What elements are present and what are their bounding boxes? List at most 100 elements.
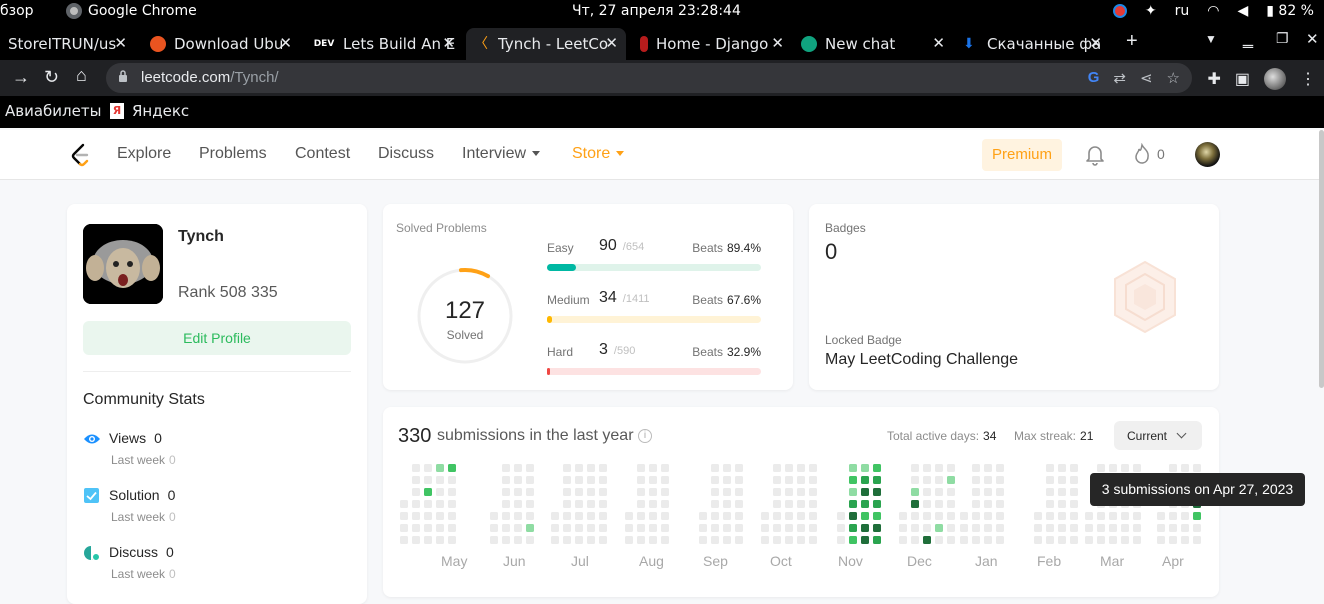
heatmap-cell[interactable] <box>637 464 645 472</box>
bell-icon[interactable] <box>1085 144 1105 166</box>
tab-ubuntu[interactable]: Download Ubu ✕ <box>142 28 300 60</box>
app-menu[interactable]: Google Chrome <box>66 3 197 19</box>
heatmap-cell[interactable] <box>797 524 805 532</box>
heatmap-cell[interactable] <box>899 512 907 520</box>
heatmap-cell[interactable] <box>723 524 731 532</box>
heatmap-cell[interactable] <box>1157 512 1165 520</box>
heatmap-cell[interactable] <box>514 488 522 496</box>
heatmap-cell[interactable] <box>400 536 408 544</box>
heatmap-cell[interactable] <box>911 476 919 484</box>
heatmap-cell[interactable] <box>923 512 931 520</box>
heatmap-cell[interactable] <box>773 512 781 520</box>
heatmap-cell[interactable] <box>412 512 420 520</box>
close-icon[interactable]: ✕ <box>605 34 618 52</box>
heatmap-cell[interactable] <box>661 464 669 472</box>
heatmap-cell[interactable] <box>575 488 583 496</box>
heatmap-cell[interactable] <box>761 536 769 544</box>
heatmap-cell[interactable] <box>575 500 583 508</box>
heatmap-cell[interactable] <box>490 512 498 520</box>
heatmap-cell-active[interactable] <box>935 524 943 532</box>
heatmap-cell[interactable] <box>947 500 955 508</box>
close-icon[interactable]: ✕ <box>114 34 127 52</box>
heatmap-cell[interactable] <box>1070 524 1078 532</box>
heatmap-cell[interactable] <box>1097 524 1105 532</box>
nav-problems[interactable]: Problems <box>199 145 267 163</box>
heatmap-cell-active[interactable] <box>873 500 881 508</box>
heatmap-cell[interactable] <box>637 500 645 508</box>
heatmap-cell[interactable] <box>661 500 669 508</box>
heatmap-cell[interactable] <box>773 500 781 508</box>
heatmap-cell[interactable] <box>773 524 781 532</box>
heatmap-cell[interactable] <box>773 536 781 544</box>
heatmap-cell[interactable] <box>575 476 583 484</box>
heatmap-cell[interactable] <box>911 512 919 520</box>
heatmap-cell[interactable] <box>502 524 510 532</box>
tab-django[interactable]: Home - Django ✕ <box>632 28 792 60</box>
heatmap-cell[interactable] <box>1097 536 1105 544</box>
heatmap-cell[interactable] <box>1133 536 1141 544</box>
nav-store[interactable]: Store <box>572 145 625 163</box>
heatmap-cell-active[interactable] <box>436 464 444 472</box>
heatmap-cell[interactable] <box>972 464 980 472</box>
heatmap-cell[interactable] <box>723 488 731 496</box>
heatmap-cell[interactable] <box>947 524 955 532</box>
heatmap-cell-active[interactable] <box>873 488 881 496</box>
heatmap-cell-active[interactable] <box>861 524 869 532</box>
heatmap-cell-active[interactable] <box>849 536 857 544</box>
heatmap-cell[interactable] <box>984 464 992 472</box>
heatmap-cell[interactable] <box>1109 524 1117 532</box>
heatmap-cell[interactable] <box>1034 512 1042 520</box>
heatmap-cell[interactable] <box>809 488 817 496</box>
heatmap-cell[interactable] <box>502 476 510 484</box>
heatmap-cell[interactable] <box>1046 488 1054 496</box>
restore-icon[interactable]: ❐ <box>1276 30 1289 47</box>
heatmap-cell[interactable] <box>984 476 992 484</box>
heatmap-cell[interactable] <box>1109 536 1117 544</box>
heatmap-cell[interactable] <box>1058 464 1066 472</box>
heatmap-cell-active[interactable] <box>849 500 857 508</box>
heatmap-cell[interactable] <box>563 512 571 520</box>
heatmap-cell[interactable] <box>984 524 992 532</box>
heatmap-cell[interactable] <box>996 464 1004 472</box>
close-icon[interactable]: ✕ <box>1089 34 1102 52</box>
heatmap-cell[interactable] <box>661 476 669 484</box>
heatmap-cell[interactable] <box>625 536 633 544</box>
tab-search-icon[interactable]: ▼ <box>1205 32 1217 46</box>
tab-leetcode[interactable]: 〈 Tynch - LeetCo ✕ <box>466 28 626 60</box>
heatmap-cell[interactable] <box>1181 464 1189 472</box>
heatmap-cell[interactable] <box>785 512 793 520</box>
heatmap-cell[interactable] <box>625 524 633 532</box>
heatmap-cell[interactable] <box>723 512 731 520</box>
heatmap-cell[interactable] <box>436 512 444 520</box>
heatmap-cell[interactable] <box>1034 524 1042 532</box>
heatmap-cell[interactable] <box>735 476 743 484</box>
heatmap-cell-active[interactable] <box>911 500 919 508</box>
heatmap-cell[interactable] <box>735 524 743 532</box>
heatmap-cell-active[interactable] <box>873 464 881 472</box>
system-tray[interactable]: ✦ ru ◠ ◀ ▮ 82 % <box>1112 3 1314 19</box>
tab-storeitrun[interactable]: StoreITRUN/us ✕ <box>0 28 135 60</box>
page-scrollbar[interactable] <box>1319 130 1324 388</box>
keyboard-layout[interactable]: ru <box>1175 3 1190 19</box>
close-icon[interactable]: ✕ <box>932 34 945 52</box>
heatmap-cell[interactable] <box>400 500 408 508</box>
heatmap-cell-active[interactable] <box>849 524 857 532</box>
heatmap-cell[interactable] <box>563 464 571 472</box>
heatmap-cell[interactable] <box>947 512 955 520</box>
heatmap-cell[interactable] <box>400 524 408 532</box>
heatmap-cell[interactable] <box>448 476 456 484</box>
heatmap-cell[interactable] <box>711 524 719 532</box>
heatmap-cell[interactable] <box>661 524 669 532</box>
heatmap-cell[interactable] <box>514 512 522 520</box>
heatmap-cell[interactable] <box>1109 512 1117 520</box>
info-icon[interactable]: i <box>638 429 652 443</box>
heatmap-cell[interactable] <box>972 512 980 520</box>
heatmap-cell-active[interactable] <box>861 464 869 472</box>
heatmap-cell[interactable] <box>785 476 793 484</box>
leetcode-logo-icon[interactable] <box>70 143 92 167</box>
heatmap-cell[interactable] <box>960 524 968 532</box>
heatmap-cell[interactable] <box>637 512 645 520</box>
heatmap-cell[interactable] <box>587 536 595 544</box>
heatmap-cell[interactable] <box>1070 536 1078 544</box>
heatmap-cell[interactable] <box>1046 524 1054 532</box>
